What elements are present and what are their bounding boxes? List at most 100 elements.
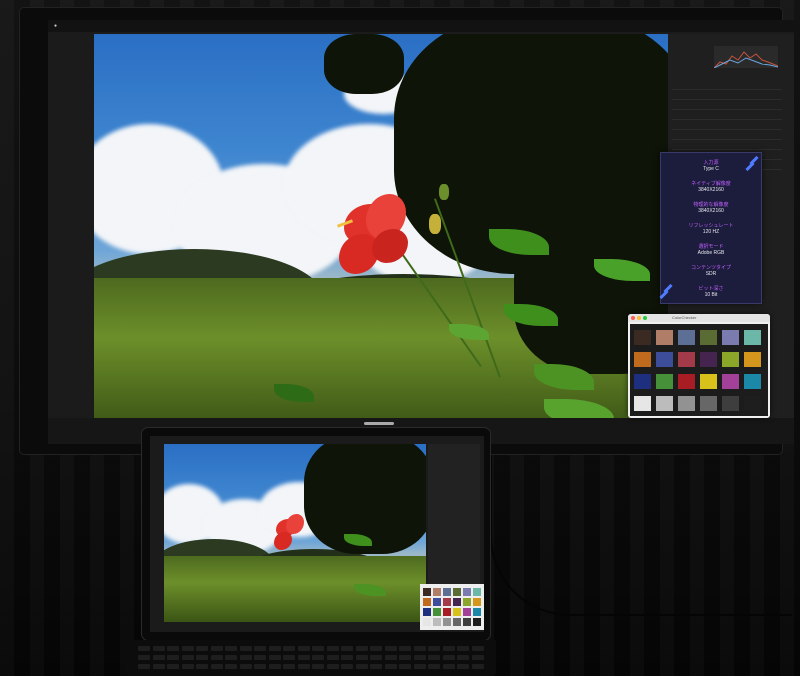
color-swatch — [722, 352, 739, 367]
actual-resolution-value: 3840X2160 — [698, 208, 724, 214]
color-swatch — [634, 396, 651, 411]
color-swatch — [722, 374, 739, 389]
keyboard-key — [413, 664, 426, 669]
color-swatch — [744, 374, 761, 389]
laptop-color-swatch — [433, 588, 441, 596]
preset-mode-value: Adobe RGB — [697, 250, 725, 256]
keyboard-key — [196, 655, 208, 660]
hibiscus-photo — [94, 34, 668, 428]
keyboard-key — [326, 655, 339, 660]
keyboard-key — [167, 646, 179, 651]
native-resolution-value: 3840X2160 — [698, 187, 724, 193]
keyboard-key — [471, 655, 484, 660]
content-type-value: SDR — [705, 271, 717, 277]
keyboard-key — [297, 655, 310, 660]
color-checker-grid — [630, 324, 768, 416]
keyboard-key — [239, 664, 252, 669]
keyboard-key — [152, 655, 165, 660]
laptop-keyboard — [126, 640, 496, 676]
close-icon[interactable] — [631, 316, 635, 320]
keyboard-key — [181, 655, 194, 660]
keyboard-key — [355, 655, 368, 660]
checker-titlebar[interactable]: ColorChecker — [628, 314, 770, 322]
keyboard-key — [370, 655, 382, 660]
zoom-icon[interactable] — [643, 316, 647, 320]
keyboard-key — [283, 646, 295, 651]
color-swatch — [744, 396, 761, 411]
laptop-color-swatch — [463, 598, 471, 606]
keyboard-key — [442, 646, 455, 651]
laptop-color-swatch — [443, 598, 451, 606]
laptop-color-checker — [420, 584, 484, 630]
menu-bar: ● — [48, 20, 794, 32]
keyboard-key — [254, 646, 266, 651]
minimize-icon[interactable] — [637, 316, 641, 320]
laptop-color-swatch — [453, 608, 461, 616]
color-swatch — [656, 374, 673, 389]
color-swatch — [656, 330, 673, 345]
color-swatch — [656, 396, 673, 411]
keyboard-key — [355, 664, 368, 669]
color-swatch — [656, 352, 673, 367]
bit-depth-value: 10 Bit — [704, 292, 718, 298]
laptop-color-swatch — [443, 618, 451, 626]
color-swatch — [678, 374, 695, 389]
laptop-color-swatch — [423, 608, 431, 616]
laptop-color-swatch — [473, 588, 481, 596]
keyboard-key — [442, 655, 455, 660]
keyboard-key — [152, 664, 165, 669]
color-swatch — [634, 330, 651, 345]
laptop-color-swatch — [453, 618, 461, 626]
laptop — [142, 428, 490, 640]
keyboard-key — [326, 646, 339, 651]
laptop-color-swatch — [443, 608, 451, 616]
input-source-value: Type C — [703, 166, 719, 172]
keyboard-key — [239, 655, 252, 660]
laptop-screen — [150, 436, 484, 632]
keyboard-key — [210, 646, 223, 651]
keyboard-key — [239, 646, 252, 651]
keyboard-key — [225, 655, 237, 660]
color-swatch — [700, 396, 717, 411]
keyboard-key — [399, 655, 411, 660]
keyboard-key — [312, 655, 324, 660]
keyboard-key — [413, 646, 426, 651]
keyboard-key — [152, 646, 165, 651]
laptop-color-swatch — [433, 608, 441, 616]
keyboard-key — [138, 664, 150, 669]
keyboard-key — [225, 646, 237, 651]
keyboard-key — [297, 646, 310, 651]
keyboard-key — [326, 664, 339, 669]
monitor-cable — [490, 444, 792, 616]
color-swatch — [744, 352, 761, 367]
laptop-color-swatch — [453, 588, 461, 596]
laptop-hibiscus-photo — [164, 444, 426, 622]
keyboard-key — [457, 664, 469, 669]
keyboard-key — [384, 655, 397, 660]
color-swatch — [678, 330, 695, 345]
content-type-label: コンテンツタイプ — [690, 265, 731, 271]
keyboard-key — [167, 664, 179, 669]
refresh-rate-value: 120 HZ — [702, 229, 720, 235]
laptop-color-swatch — [423, 618, 431, 626]
native-resolution-label: ネイティブ解像度 — [691, 181, 731, 187]
color-swatch — [700, 352, 717, 367]
laptop-color-swatch — [423, 598, 431, 606]
color-swatch — [678, 396, 695, 411]
keyboard-key — [283, 664, 295, 669]
monitor-info-overlay: 入力源 Type C ネイティブ解像度 3840X2160 物理的な解像度 38… — [659, 152, 762, 304]
laptop-color-swatch — [463, 618, 471, 626]
color-swatch — [634, 374, 651, 389]
histogram — [713, 46, 779, 69]
laptop-color-swatch — [433, 618, 441, 626]
keyboard-key — [413, 655, 426, 660]
keyboard-key — [283, 655, 295, 660]
keyboard-key — [399, 664, 411, 669]
keyboard-key — [196, 646, 208, 651]
apple-icon[interactable]: ● — [54, 23, 57, 29]
keyboard-key — [442, 664, 455, 669]
laptop-color-swatch — [423, 588, 431, 596]
color-swatch — [700, 374, 717, 389]
color-checker-window[interactable]: ColorChecker — [628, 314, 770, 418]
keyboard-key — [268, 664, 281, 669]
